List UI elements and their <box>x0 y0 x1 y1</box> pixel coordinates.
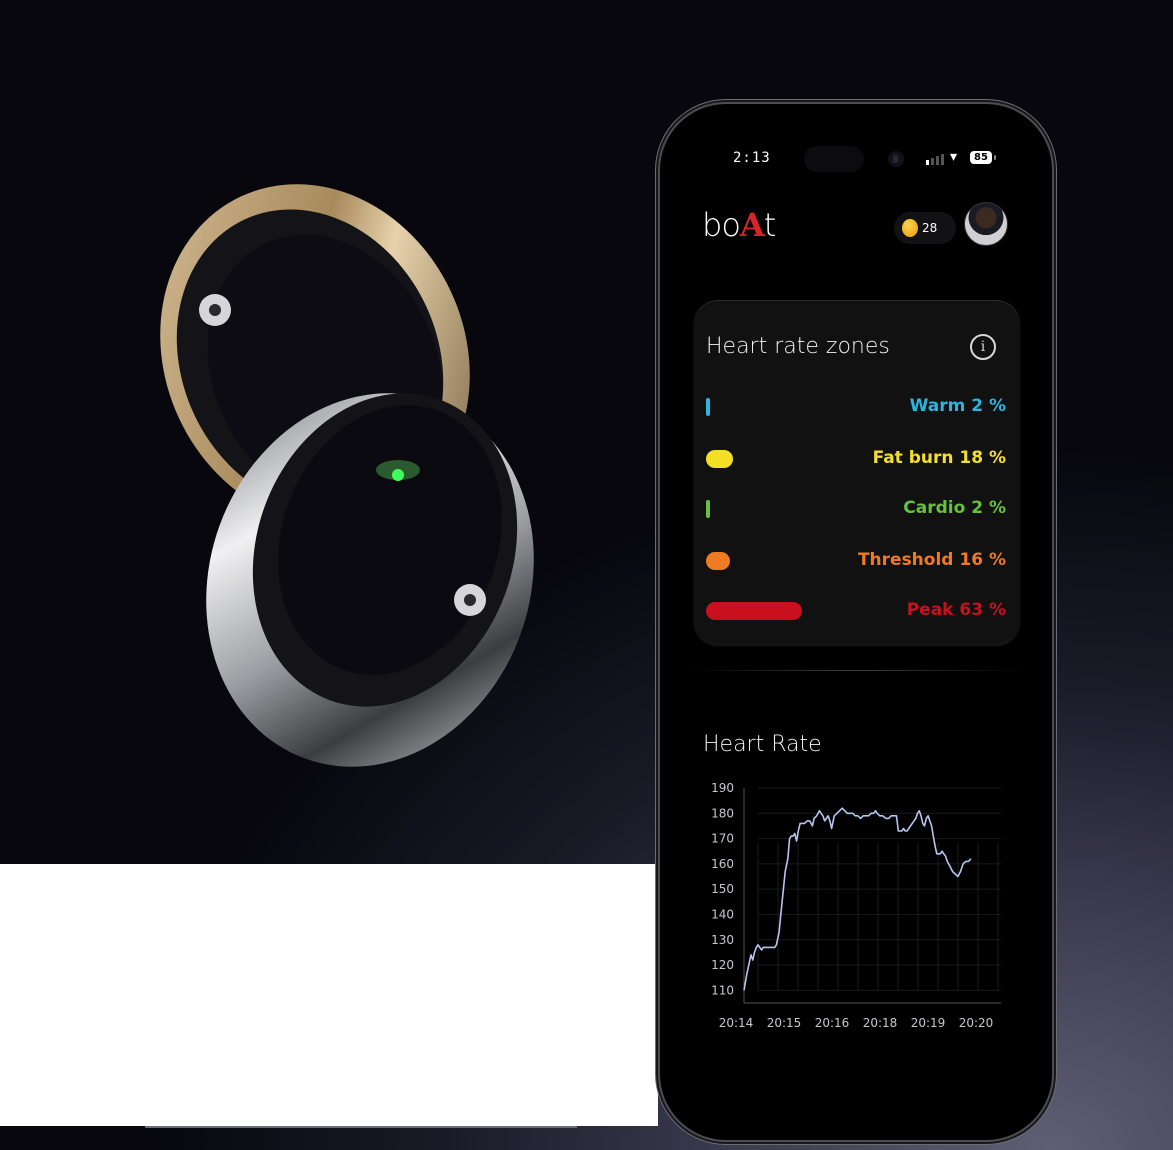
y-tick-label: 160 <box>711 857 734 871</box>
blank-overlay-panel <box>0 864 658 1126</box>
zone-bar <box>706 398 710 416</box>
phone-screen: 2:13 ▾ 85 boAt 28 Heart rate zones i War… <box>666 110 1046 1134</box>
zone-label: Threshold 16 % <box>857 550 1006 570</box>
zone-row-threshold: Threshold 16 % <box>706 550 1006 574</box>
x-tick-label: 20:20 <box>959 1016 994 1030</box>
y-tick-label: 110 <box>711 983 734 997</box>
zone-label: Peak 63 % <box>906 600 1006 620</box>
coin-icon <box>902 219 918 237</box>
phone-power-button <box>1053 437 1056 562</box>
phone-volume-down-button <box>655 484 658 562</box>
status-time: 2:13 <box>733 150 771 166</box>
battery-indicator: 85 <box>970 151 996 164</box>
phone-volume-up-button <box>655 383 658 461</box>
panel-shadow <box>145 1126 577 1128</box>
smart-ring-illustration <box>160 184 534 767</box>
y-tick-label: 170 <box>711 832 734 846</box>
coins-badge[interactable]: 28 <box>894 212 956 244</box>
logo-prefix: bo <box>702 206 741 244</box>
x-tick-label: 20:14 <box>719 1016 754 1030</box>
x-tick-label: 20:15 <box>767 1016 802 1030</box>
heart-rate-title: Heart Rate <box>703 732 822 757</box>
zone-label: Fat burn 18 % <box>872 448 1006 468</box>
zone-bar <box>706 602 802 620</box>
x-tick-label: 20:16 <box>815 1016 850 1030</box>
zone-row-peak: Peak 63 % <box>706 600 1006 624</box>
y-tick-label: 150 <box>711 882 734 896</box>
heart-rate-chart: 110 120 130 140 150 160 170 180 190 20:14 20:15 20:… <box>711 781 1001 1030</box>
zone-bar <box>706 450 734 468</box>
info-icon[interactable]: i <box>970 334 996 360</box>
zone-bar <box>706 552 731 570</box>
y-tick-label: 180 <box>711 806 734 820</box>
zone-label: Warm 2 % <box>909 396 1006 416</box>
y-tick-label: 190 <box>711 781 734 795</box>
zone-row-fat-burn: Fat burn 18 % <box>706 448 1006 472</box>
phone-action-button <box>655 305 658 347</box>
logo-accent: A <box>739 206 765 244</box>
front-camera-icon <box>888 151 904 167</box>
zone-label: Cardio 2 % <box>903 498 1006 518</box>
y-tick-label: 140 <box>711 907 734 921</box>
zones-card-title: Heart rate zones <box>706 334 890 359</box>
zone-row-cardio: Cardio 2 % <box>706 498 1006 522</box>
coin-count: 28 <box>922 221 938 235</box>
x-tick-label: 20:18 <box>863 1016 898 1030</box>
heart-rate-zones-card: Heart rate zones i Warm 2 % Fat burn 18 %… <box>694 300 1020 644</box>
phone-mockup: 2:13 ▾ 85 boAt 28 Heart rate zones i War… <box>660 104 1052 1140</box>
y-tick-label: 120 <box>711 958 734 972</box>
x-tick-label: 20:19 <box>911 1016 946 1030</box>
wifi-icon: ▾ <box>950 149 958 165</box>
profile-avatar[interactable] <box>964 202 1008 246</box>
boat-logo[interactable]: boAt <box>702 206 777 244</box>
signal-icon <box>926 154 944 165</box>
section-divider <box>686 670 1026 671</box>
logo-suffix: t <box>763 206 777 244</box>
zone-row-warm: Warm 2 % <box>706 396 1006 420</box>
dynamic-island <box>804 146 864 172</box>
y-tick-label: 130 <box>711 933 734 947</box>
zone-bar <box>706 500 710 518</box>
